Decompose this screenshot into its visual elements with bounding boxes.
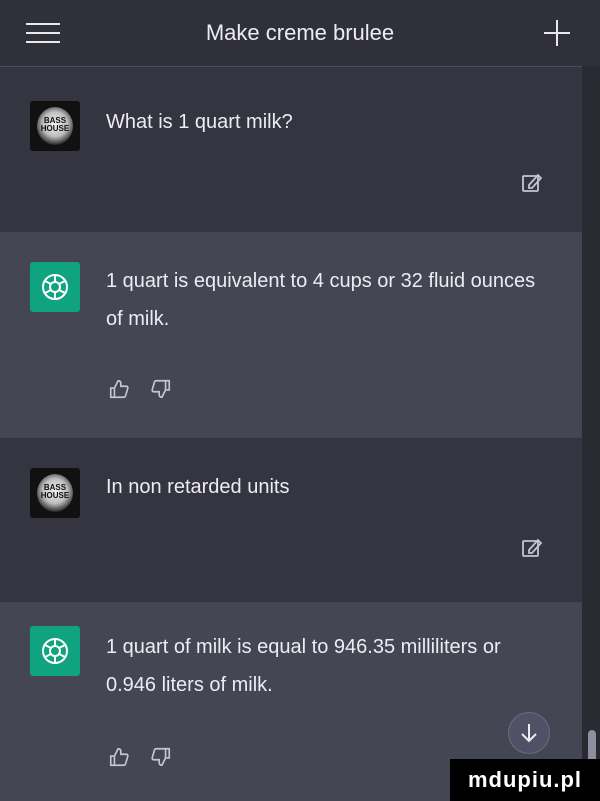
new-chat-button[interactable] <box>542 18 572 48</box>
assistant-message-row: 1 quart is equivalent to 4 cups or 32 fl… <box>0 232 600 438</box>
assistant-message-text: 1 quart of milk is equal to 946.35 milli… <box>106 636 501 696</box>
watermark-logo: mdupiu.pl <box>450 759 600 801</box>
user-message-row: BASS HOUSE What is 1 quart milk? <box>0 67 600 232</box>
user-message-text: What is 1 quart milk? <box>106 111 293 133</box>
avatar-text-line2: HOUSE <box>40 124 70 133</box>
arrow-down-icon <box>521 724 537 743</box>
user-message-text: In non retarded units <box>106 476 290 498</box>
user-message-row: BASS HOUSE In non retarded units <box>0 438 600 602</box>
thumbs-up-icon[interactable] <box>108 378 130 400</box>
chat-window: Make creme brulee BASS HOUSE What is 1 qu… <box>0 0 600 801</box>
edit-icon[interactable] <box>520 536 544 560</box>
openai-logo-icon <box>42 274 68 300</box>
edit-icon[interactable] <box>520 171 544 195</box>
conversation-title: Make creme brulee <box>205 20 395 45</box>
assistant-message-text: 1 quart is equivalent to 4 cups or 32 fl… <box>106 270 536 330</box>
assistant-avatar <box>30 262 80 312</box>
scroll-to-bottom-button[interactable] <box>508 712 550 754</box>
assistant-avatar <box>30 626 80 676</box>
openai-logo-icon <box>42 638 68 664</box>
thumbs-down-icon[interactable] <box>150 746 172 768</box>
scrollbar[interactable] <box>582 66 600 801</box>
thumbs-down-icon[interactable] <box>150 378 172 400</box>
top-bar: Make creme brulee <box>0 0 600 67</box>
avatar-text-line2: HOUSE <box>40 491 70 500</box>
user-avatar: BASS HOUSE <box>30 101 80 151</box>
avatar-text: BASS HOUSE <box>30 117 80 133</box>
avatar-text: BASS HOUSE <box>30 484 80 500</box>
user-avatar: BASS HOUSE <box>30 468 80 518</box>
thumbs-up-icon[interactable] <box>108 746 130 768</box>
